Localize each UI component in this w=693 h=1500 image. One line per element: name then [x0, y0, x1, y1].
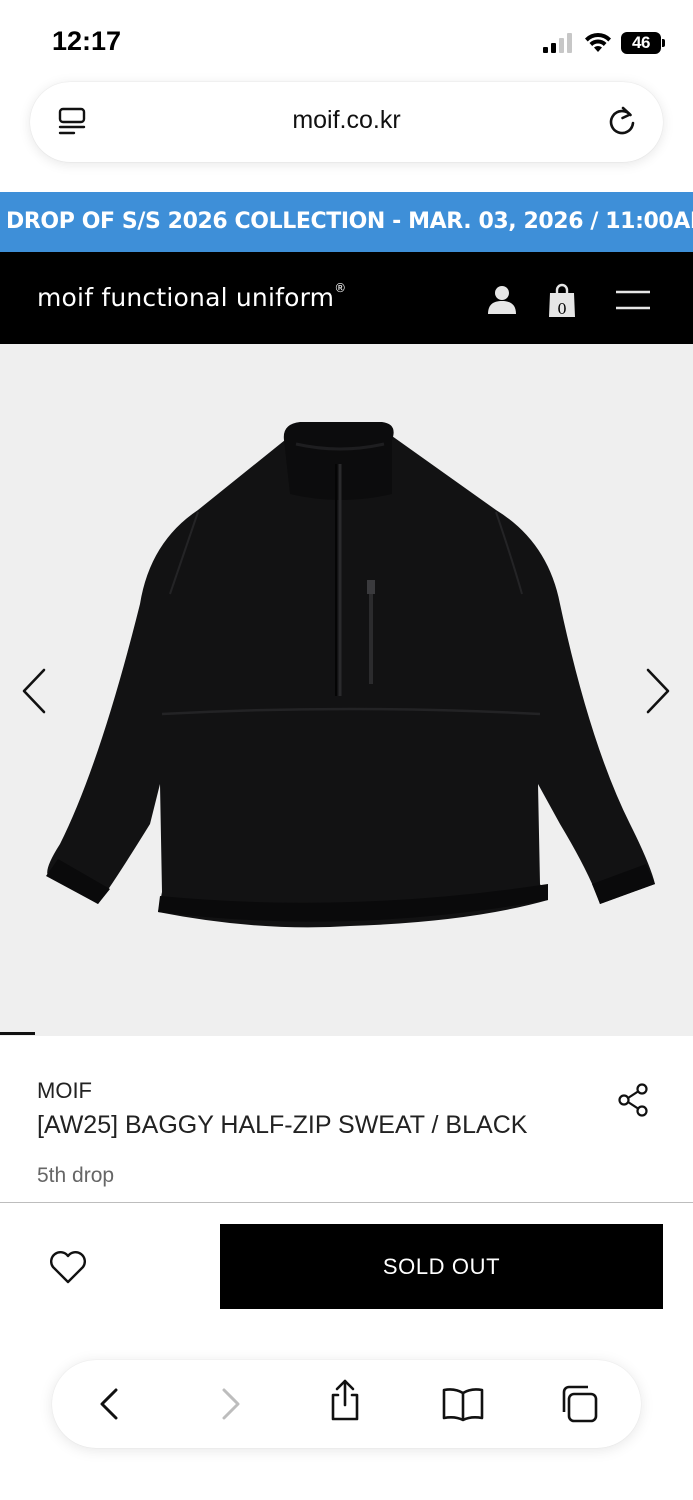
share-icon[interactable]	[616, 1082, 652, 1118]
heart-icon[interactable]	[48, 1248, 88, 1286]
brand-logo-text: moif functional uniform	[37, 283, 335, 312]
browser-toolbar	[52, 1360, 641, 1448]
status-time: 12:17	[52, 26, 122, 56]
sold-out-button[interactable]: SOLD OUT	[220, 1224, 663, 1309]
product-image[interactable]	[0, 344, 693, 1036]
announcement-bar[interactable]: DROP OF S/S 2026 COLLECTION - MAR. 03, 2…	[0, 192, 693, 252]
bookmarks-icon[interactable]	[441, 1382, 485, 1426]
cart-count: 0	[557, 300, 567, 318]
chevron-right-icon[interactable]	[638, 666, 678, 716]
wifi-icon	[585, 32, 611, 52]
shopping-bag-icon[interactable]: 0	[547, 282, 577, 318]
gallery-indicator	[0, 1032, 35, 1035]
product-name: [AW25] BAGGY HALF-ZIP SWEAT / BLACK	[37, 1111, 528, 1139]
announcement-text: DROP OF S/S 2026 COLLECTION - MAR. 03, 2…	[6, 209, 693, 234]
battery-level: 46	[621, 32, 661, 54]
battery-icon: 46	[621, 32, 665, 54]
tabs-icon[interactable]	[558, 1382, 602, 1426]
menu-icon[interactable]	[615, 288, 651, 312]
product-drop-label: 5th drop	[37, 1164, 115, 1187]
signal-icon	[543, 33, 572, 53]
divider	[0, 1202, 693, 1203]
share-icon[interactable]	[323, 1378, 367, 1422]
user-icon[interactable]	[487, 284, 517, 314]
back-icon[interactable]	[88, 1382, 132, 1426]
forward-icon[interactable]	[208, 1382, 252, 1426]
brand-logo[interactable]: moif functional uniform®	[37, 281, 347, 312]
product-info: MOIF [AW25] BAGGY HALF-ZIP SWEAT / BLACK…	[0, 1036, 693, 1204]
status-bar: 12:17 46	[0, 0, 693, 80]
url-text[interactable]: moif.co.kr	[30, 106, 663, 135]
chevron-left-icon[interactable]	[14, 666, 54, 716]
registered-mark: ®	[334, 281, 347, 295]
site-header: moif functional uniform® 0	[0, 252, 693, 344]
product-brand[interactable]: MOIF	[37, 1078, 92, 1104]
product-gallery[interactable]	[0, 344, 693, 1036]
reload-icon[interactable]	[605, 104, 639, 138]
address-bar[interactable]: moif.co.kr	[30, 82, 663, 162]
